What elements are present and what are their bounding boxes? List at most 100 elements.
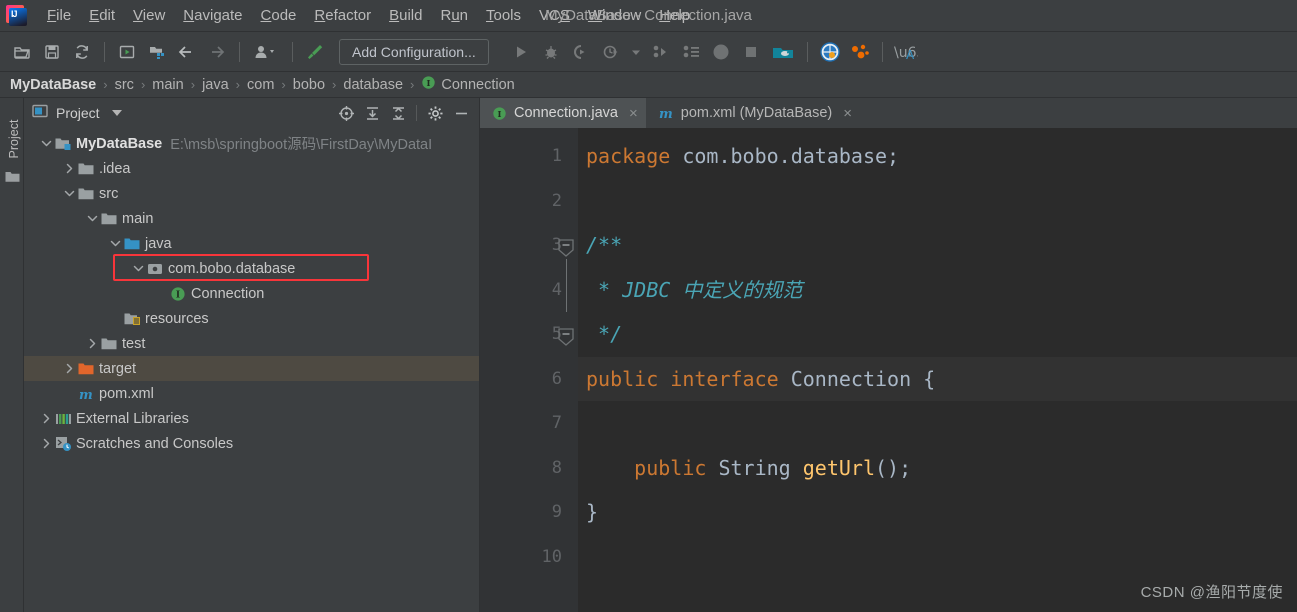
menu-item-help[interactable]: Help <box>650 4 699 27</box>
code-line[interactable]: } <box>578 490 1297 535</box>
forward-arrow-icon[interactable] <box>203 38 231 66</box>
run-config-icon[interactable] <box>113 38 141 66</box>
tree-node-external-libraries[interactable]: External Libraries <box>24 406 479 431</box>
breadcrumb-item-main[interactable]: main <box>152 77 183 93</box>
menu-item-build[interactable]: Build <box>380 4 431 27</box>
close-icon[interactable]: × <box>843 105 852 122</box>
menu-item-view[interactable]: View <box>124 4 174 27</box>
stop-square-icon[interactable] <box>737 38 765 66</box>
editor-tab-pom-xml[interactable]: m pom.xml (MyDataBase) × <box>646 98 860 128</box>
libraries-icon <box>54 412 72 426</box>
chevron-down-icon[interactable] <box>130 263 146 274</box>
tree-node-idea[interactable]: .idea <box>24 156 479 181</box>
expand-all-icon[interactable] <box>360 101 384 125</box>
code-line[interactable]: */ <box>578 312 1297 357</box>
tree-node-main[interactable]: main <box>24 206 479 231</box>
tree-node-label: Connection <box>191 285 265 302</box>
breadcrumb-item-bobo[interactable]: bobo <box>293 77 325 93</box>
hide-minimize-icon[interactable] <box>449 101 473 125</box>
locate-target-icon[interactable] <box>334 101 358 125</box>
toolbar-separator-3 <box>292 41 293 62</box>
tree-node-scratches-and-consoles[interactable]: Scratches and Consoles <box>24 431 479 456</box>
run-tests-icon[interactable] <box>647 38 675 66</box>
project-structure-icon[interactable] <box>143 38 171 66</box>
breadcrumb-item-mydatabase[interactable]: MyDataBase <box>10 77 96 93</box>
debug-icon[interactable] <box>537 38 565 66</box>
chevron-right-icon[interactable] <box>38 438 54 449</box>
run-coverage-icon[interactable] <box>567 38 595 66</box>
vcs-user-icon[interactable] <box>248 38 284 66</box>
code-line[interactable] <box>578 535 1297 580</box>
menu-item-edit[interactable]: Edit <box>80 4 124 27</box>
translate-icon[interactable]: \u6587A <box>891 38 921 66</box>
code-content[interactable]: package com.bobo.database; /** * JDBC 中定… <box>578 128 1297 612</box>
tree-node-mydatabase[interactable]: MyDataBase E:\msb\springboot源码\FirstDay\M… <box>24 131 479 156</box>
tool-dots-icon[interactable] <box>846 38 874 66</box>
toolbar-separator-5 <box>881 41 883 62</box>
chevron-down-icon[interactable] <box>111 110 122 116</box>
menu-item-run[interactable]: Run <box>431 4 477 27</box>
tree-node-resources[interactable]: resources <box>24 306 479 331</box>
chevron-right-icon[interactable] <box>84 338 100 349</box>
chevron-right-icon[interactable] <box>38 413 54 424</box>
chevron-down-icon[interactable] <box>38 138 54 149</box>
tree-node-java[interactable]: java <box>24 231 479 256</box>
svg-text:m: m <box>659 107 673 121</box>
code-line[interactable] <box>578 179 1297 224</box>
chevron-down-icon[interactable] <box>84 213 100 224</box>
close-icon[interactable]: × <box>629 105 638 122</box>
code-line[interactable]: /** <box>578 223 1297 268</box>
add-configuration-button[interactable]: Add Configuration... <box>339 38 489 65</box>
breadcrumb-label: database <box>343 76 404 93</box>
menu-item-code[interactable]: Code <box>252 4 306 27</box>
menu-item-vcs[interactable]: VCS <box>530 4 579 27</box>
tree-node-label: Scratches and Consoles <box>76 435 234 452</box>
tree-node-target[interactable]: target <box>24 356 479 381</box>
editor-tab-connection-java[interactable]: I Connection.java × <box>480 98 646 128</box>
profiler-icon[interactable] <box>597 38 625 66</box>
chevron-right-icon[interactable] <box>61 363 77 374</box>
build-hammer-icon[interactable] <box>301 38 329 66</box>
menu-item-navigate[interactable]: Navigate <box>174 4 251 27</box>
tree-node-com-bobo-database[interactable]: com.bobo.database <box>24 256 479 281</box>
tree-node-test[interactable]: test <box>24 331 479 356</box>
tree-node-label: MyDataBase <box>76 135 163 152</box>
tree-node-pom-xml[interactable]: m pom.xml <box>24 381 479 406</box>
menu-item-window[interactable]: Window <box>579 4 650 27</box>
tree-node-src[interactable]: src <box>24 181 479 206</box>
collapse-all-icon[interactable] <box>386 101 410 125</box>
breadcrumb-item-connection[interactable]: I Connection <box>421 75 515 94</box>
code-line[interactable]: public interface Connection { <box>578 356 1297 401</box>
sync-icon[interactable] <box>68 38 96 66</box>
open-folder-icon[interactable] <box>8 38 36 66</box>
project-tree[interactable]: MyDataBase E:\msb\springboot源码\FirstDay\M… <box>24 128 479 612</box>
breadcrumb-item-src[interactable]: src <box>115 77 134 93</box>
menu-item-tools[interactable]: Tools <box>477 4 530 27</box>
tree-node-connection[interactable]: I Connection <box>24 281 479 306</box>
tool-window-tab-project[interactable]: Project <box>7 109 21 169</box>
save-icon[interactable] <box>38 38 66 66</box>
chevron-down-icon[interactable] <box>61 188 77 199</box>
code-line[interactable]: public String getUrl(); <box>578 446 1297 491</box>
breadcrumb-item-database[interactable]: database <box>343 77 403 93</box>
run-dropdown-icon[interactable] <box>627 38 645 66</box>
chevron-down-icon[interactable] <box>107 238 123 249</box>
settings-gear-icon[interactable] <box>423 101 447 125</box>
menu-item-refactor[interactable]: Refactor <box>305 4 380 27</box>
tree-node-label: External Libraries <box>76 410 189 427</box>
browser-icon[interactable] <box>816 38 844 66</box>
code-line[interactable] <box>578 401 1297 446</box>
breadcrumb-item-java[interactable]: java <box>202 77 229 93</box>
code-area[interactable]: 1 2 3 4 5 6 7 8 9 10 package com.bobo.database; /… <box>480 128 1297 612</box>
fold-marker-column[interactable] <box>556 134 578 612</box>
code-line[interactable]: package com.bobo.database; <box>578 134 1297 179</box>
stop-circle-icon[interactable] <box>707 38 735 66</box>
menu-item-file[interactable]: File <box>38 4 80 27</box>
run-icon[interactable] <box>507 38 535 66</box>
back-arrow-icon[interactable] <box>173 38 201 66</box>
breadcrumb-item-com[interactable]: com <box>247 77 274 93</box>
code-line[interactable]: * JDBC 中定义的规范 <box>578 268 1297 313</box>
tomcat-icon[interactable] <box>767 38 799 66</box>
chevron-right-icon[interactable] <box>61 163 77 174</box>
run-with-profiler-icon[interactable] <box>677 38 705 66</box>
